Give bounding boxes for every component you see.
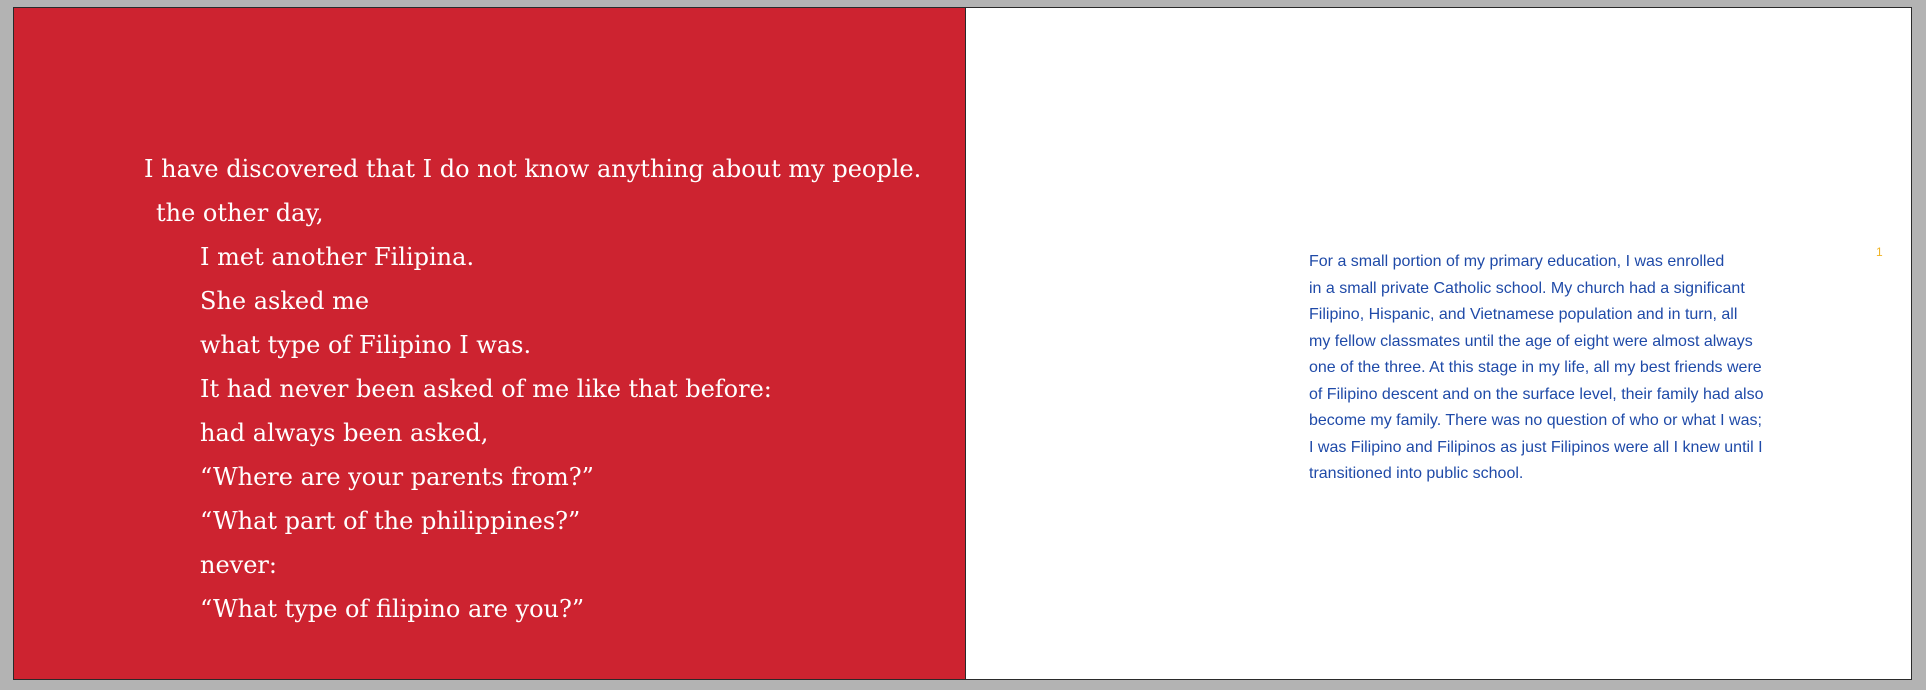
paragraph-line: of Filipino descent and on the surface l… [1309,385,1764,403]
paragraph-line: Filipino, Hispanic, and Vietnamese popul… [1309,306,1738,323]
poem-line: the other day, [156,199,324,227]
paragraph-line: become my family. There was no question … [1309,412,1762,429]
book-spread: I have discovered that I do not know any… [13,7,1912,680]
paragraph-line: my fellow classmates until the age of ei… [1309,332,1753,350]
poem-line: It had never been asked of me like that … [200,375,772,403]
right-page: For a small portion of my primary educat… [966,8,1911,679]
paragraph-line: transitioned into public school. [1309,465,1524,482]
poem-line: never: [200,551,277,579]
poem-line: what type of Filipino I was. [200,331,532,359]
paragraph-line: one of the three. At this stage in my li… [1309,359,1762,376]
poem-line: I have discovered that I do not know any… [144,155,922,183]
poem: I have discovered that I do not know any… [14,8,965,679]
poem-line: “Where are your parents from?” [200,463,594,491]
paragraph-line: I was Filipino and Filipinos as just Fil… [1309,438,1763,456]
paragraph-line: For a small portion of my primary educat… [1309,253,1725,270]
poem-line: “What part of the philippines?” [200,507,581,535]
page-number: 1 [1876,245,1883,259]
body-paragraph: For a small portion of my primary educat… [1309,249,1789,488]
poem-line: I met another Filipina. [200,243,475,271]
paragraph-line: in a small private Catholic school. My c… [1309,279,1745,297]
poem-line: “What type of filipino are you?” [200,595,585,623]
poem-line: She asked me [200,287,370,315]
poem-line: had always been asked, [200,419,489,447]
left-page: I have discovered that I do not know any… [14,8,966,679]
